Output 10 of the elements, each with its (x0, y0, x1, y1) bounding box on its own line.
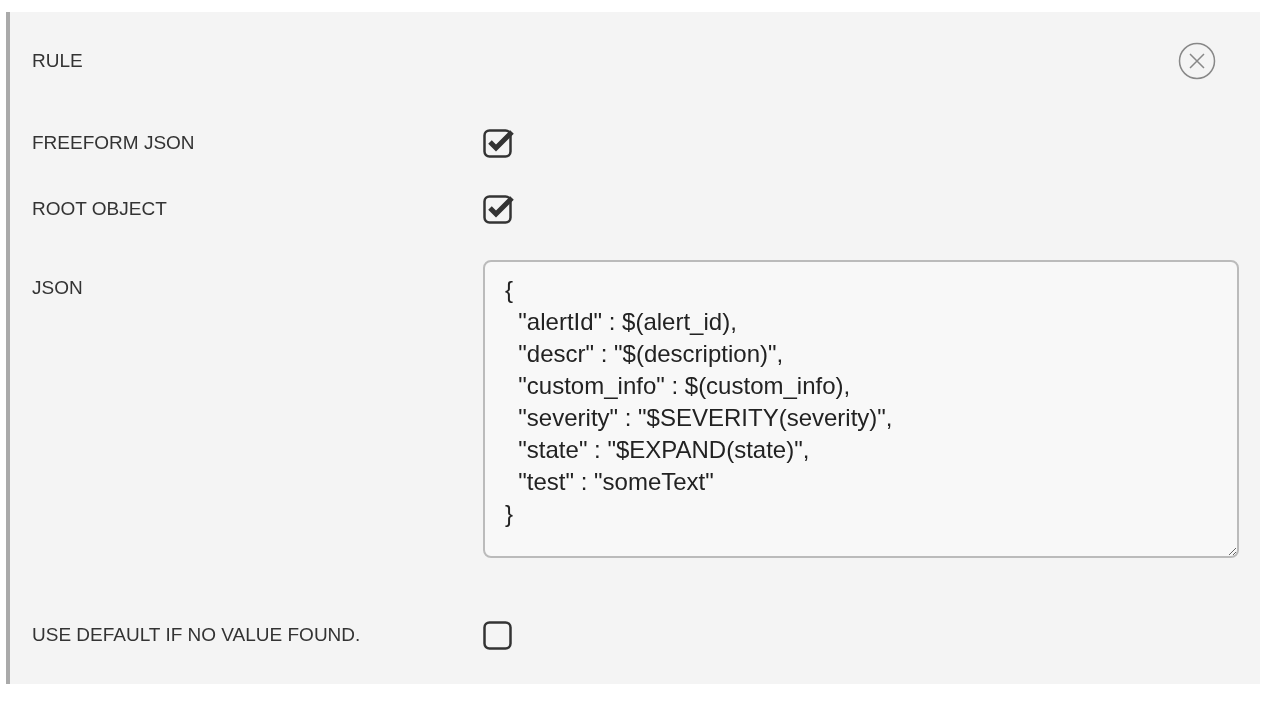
field-label: FREEFORM JSON (32, 132, 196, 154)
checkbox[interactable] (483, 619, 515, 651)
checkbox[interactable] (483, 127, 515, 159)
field-label: USE DEFAULT IF NO VALUE FOUND. (32, 624, 362, 646)
field-label: ROOT OBJECT (32, 198, 168, 220)
field-label: JSON (32, 277, 84, 299)
close-button[interactable] (1178, 42, 1216, 80)
checkbox[interactable] (483, 193, 515, 225)
json-text-area[interactable]: { "alertId" : $(alert_id), "descr" : "$(description)", "custom_info" : $(custom_info), "severity" : "$SEVERITY(severity)", "state" : "$EXPAND(state)", "test" : "someText" } (483, 260, 1239, 558)
panel-title: RULE (32, 50, 84, 72)
